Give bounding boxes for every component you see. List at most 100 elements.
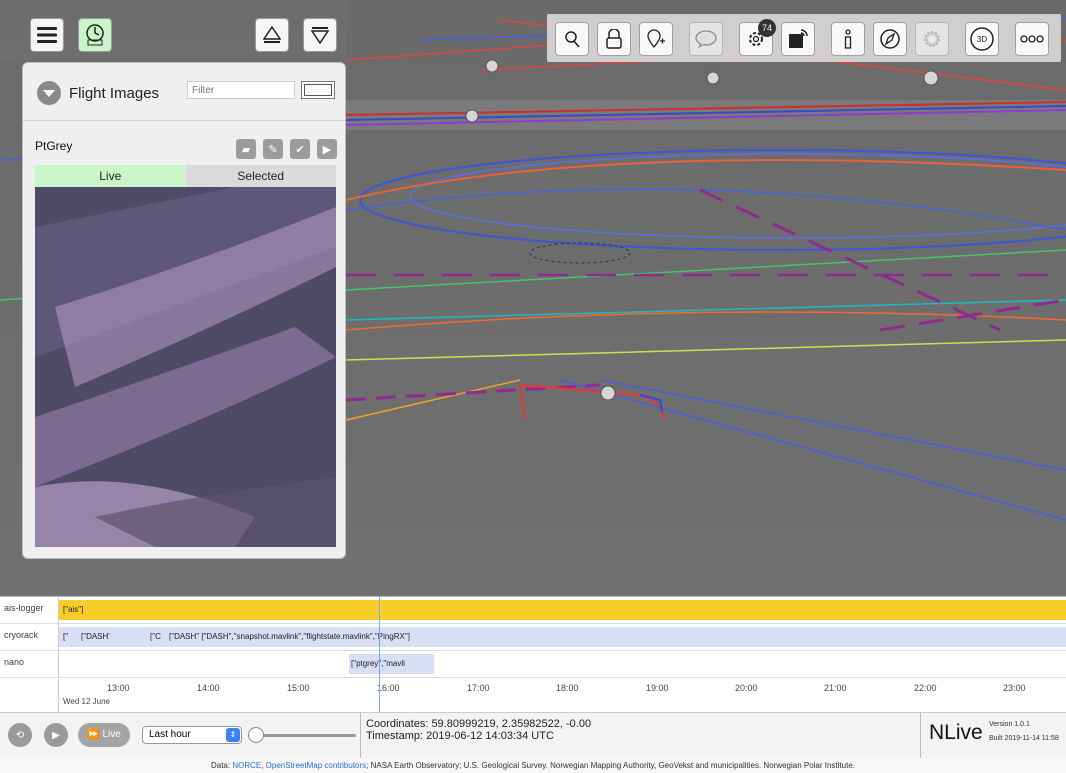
track-segment[interactable]: ["DASH" ["DASH","snapshot.mavlink","flig… xyxy=(167,627,1066,647)
camera-row: PtGrey ▰ ✎ ✔ ▶ xyxy=(23,133,345,159)
hour-label: 18:00 xyxy=(556,683,579,693)
expand-down-icon xyxy=(311,27,329,44)
collapse-panel-button[interactable] xyxy=(37,81,61,105)
search-button[interactable] xyxy=(555,22,589,56)
fast-forward-icon: ⏩ xyxy=(87,729,100,740)
compass-icon xyxy=(880,29,900,49)
time-axis: 13:00 14:00 15:00 16:00 17:00 18:00 19:0… xyxy=(58,679,1066,713)
track-body: ["ais"] xyxy=(58,597,1066,623)
menu-icon xyxy=(37,27,57,43)
menu-button[interactable] xyxy=(30,18,64,52)
track-segment[interactable]: ["C xyxy=(147,627,167,647)
tab-selected[interactable]: Selected xyxy=(185,165,336,187)
hour-label: 20:00 xyxy=(735,683,758,693)
expand-down-button[interactable] xyxy=(303,18,337,52)
attribution-rest: ; NASA Earth Observatory; U.S. Geologica… xyxy=(366,761,855,770)
more-icon xyxy=(1020,35,1044,43)
hour-label: 16:00 xyxy=(377,683,400,693)
track-segment[interactable]: ["ptgrey","mavli xyxy=(349,654,434,674)
hour-label: 22:00 xyxy=(914,683,937,693)
version-label: Version 1.0.1 xyxy=(989,721,1030,728)
play-button[interactable]: ▶ xyxy=(317,139,337,159)
play-button[interactable]: ▶ xyxy=(44,723,68,747)
rewind-icon: ⟲ xyxy=(15,729,25,741)
info-icon xyxy=(844,29,852,49)
edit-button[interactable]: ✎ xyxy=(263,139,283,159)
date-label: Wed 12 June xyxy=(63,697,110,706)
comment-button[interactable] xyxy=(689,22,723,56)
eraser-icon: ▰ xyxy=(241,143,251,156)
hour-label: 15:00 xyxy=(287,683,310,693)
track-ais-logger: ais-logger ["ais"] xyxy=(0,597,1066,624)
time-cursor[interactable] xyxy=(379,596,380,712)
play-icon: ▶ xyxy=(52,729,60,741)
rewind-button[interactable]: ⟲ xyxy=(8,723,32,747)
brand: NLive Version 1.0.1 Built 2019-11-14 11:… xyxy=(920,713,1066,759)
3d-icon: 3D xyxy=(970,27,994,51)
search-icon xyxy=(565,31,580,48)
view-3d-button[interactable]: 3D xyxy=(965,22,999,56)
camera-name: PtGrey xyxy=(35,139,73,153)
sun-button[interactable] xyxy=(915,22,949,56)
add-marker-icon xyxy=(647,29,665,48)
built-label: Built 2019-11-14 11:58 xyxy=(989,735,1059,742)
track-body: [" ["DASH' ["C ["DASH" ["DASH","snapshot… xyxy=(58,624,1066,650)
timeline[interactable]: ais-logger ["ais"] cryorack [" ["DASH' [… xyxy=(0,596,1066,713)
hour-label: 17:00 xyxy=(467,683,490,693)
live-button[interactable]: ⏩ Live xyxy=(78,723,130,747)
speed-slider-handle[interactable] xyxy=(248,727,264,743)
more-button[interactable] xyxy=(1015,22,1049,56)
track-label: cryorack xyxy=(4,630,39,640)
hour-label: 19:00 xyxy=(646,683,669,693)
settings-button[interactable]: 74 xyxy=(739,19,776,56)
status-info: Coordinates: 59.80999219, 2.35982522, -0… xyxy=(360,713,920,759)
flight-replay-button[interactable] xyxy=(78,18,112,52)
flight-images-panel: Flight Images PtGrey ▰ ✎ ✔ ▶ Live Select… xyxy=(22,62,346,559)
filter-input[interactable] xyxy=(187,81,295,99)
confirm-button[interactable]: ✔ xyxy=(290,139,310,159)
collapse-up-button[interactable] xyxy=(255,18,289,52)
timestamp-label: Timestamp: xyxy=(366,730,424,742)
image-tabs: Live Selected xyxy=(35,165,336,187)
chevron-down-icon: ⇕ xyxy=(226,728,240,742)
osm-link[interactable]: OpenStreetMap contributors xyxy=(266,761,367,770)
layer-icon xyxy=(789,29,808,48)
camera-image xyxy=(35,187,336,547)
lock-button[interactable] xyxy=(597,22,631,56)
tab-live[interactable]: Live xyxy=(35,165,186,187)
time-range-select[interactable]: Last hour ⇕ xyxy=(142,726,242,744)
view-mode-label: 3D xyxy=(977,35,987,44)
hour-label: 14:00 xyxy=(197,683,220,693)
lock-icon xyxy=(606,29,622,49)
norce-link[interactable]: NORCE xyxy=(232,761,261,770)
left-toolbar xyxy=(0,0,346,62)
hour-label: 23:00 xyxy=(1003,683,1026,693)
track-segment[interactable]: ["DASH' xyxy=(77,627,147,647)
hour-label: 21:00 xyxy=(824,683,847,693)
panel-title: Flight Images xyxy=(69,85,160,102)
play-icon: ▶ xyxy=(322,143,332,156)
info-button[interactable] xyxy=(831,22,865,56)
track-label: nano xyxy=(4,657,25,667)
right-toolbar: 74 3D xyxy=(547,14,1061,62)
layer-button[interactable] xyxy=(781,22,815,56)
panel-header: Flight Images xyxy=(23,73,345,121)
track-segment[interactable]: ["ais"] xyxy=(59,600,1066,620)
check-icon: ✔ xyxy=(295,143,305,156)
compass-button[interactable] xyxy=(873,22,907,56)
attribution-prefix: Data: xyxy=(210,761,233,770)
coordinates-value: 59.80999219, 2.35982522, -0.00 xyxy=(431,718,592,730)
eraser-button[interactable]: ▰ xyxy=(236,139,256,159)
flight-replay-icon xyxy=(86,24,104,46)
playback-controls: ⟲ ▶ ⏩ Live Last hour ⇕ Coordinates: 59.8… xyxy=(0,712,1066,759)
speed-slider[interactable] xyxy=(256,734,356,737)
hour-label: 13:00 xyxy=(107,683,130,693)
pencil-icon: ✎ xyxy=(268,143,278,156)
coordinates-label: Coordinates: xyxy=(366,718,429,730)
attribution: Data: NORCE, OpenStreetMap contributors;… xyxy=(0,758,1066,773)
add-marker-button[interactable] xyxy=(639,22,673,56)
comment-icon xyxy=(695,30,717,48)
filter-color-picker[interactable] xyxy=(301,81,335,99)
time-range-value: Last hour xyxy=(149,729,191,740)
timestamp-value: 2019-06-12 14:03:34 UTC xyxy=(426,730,554,742)
